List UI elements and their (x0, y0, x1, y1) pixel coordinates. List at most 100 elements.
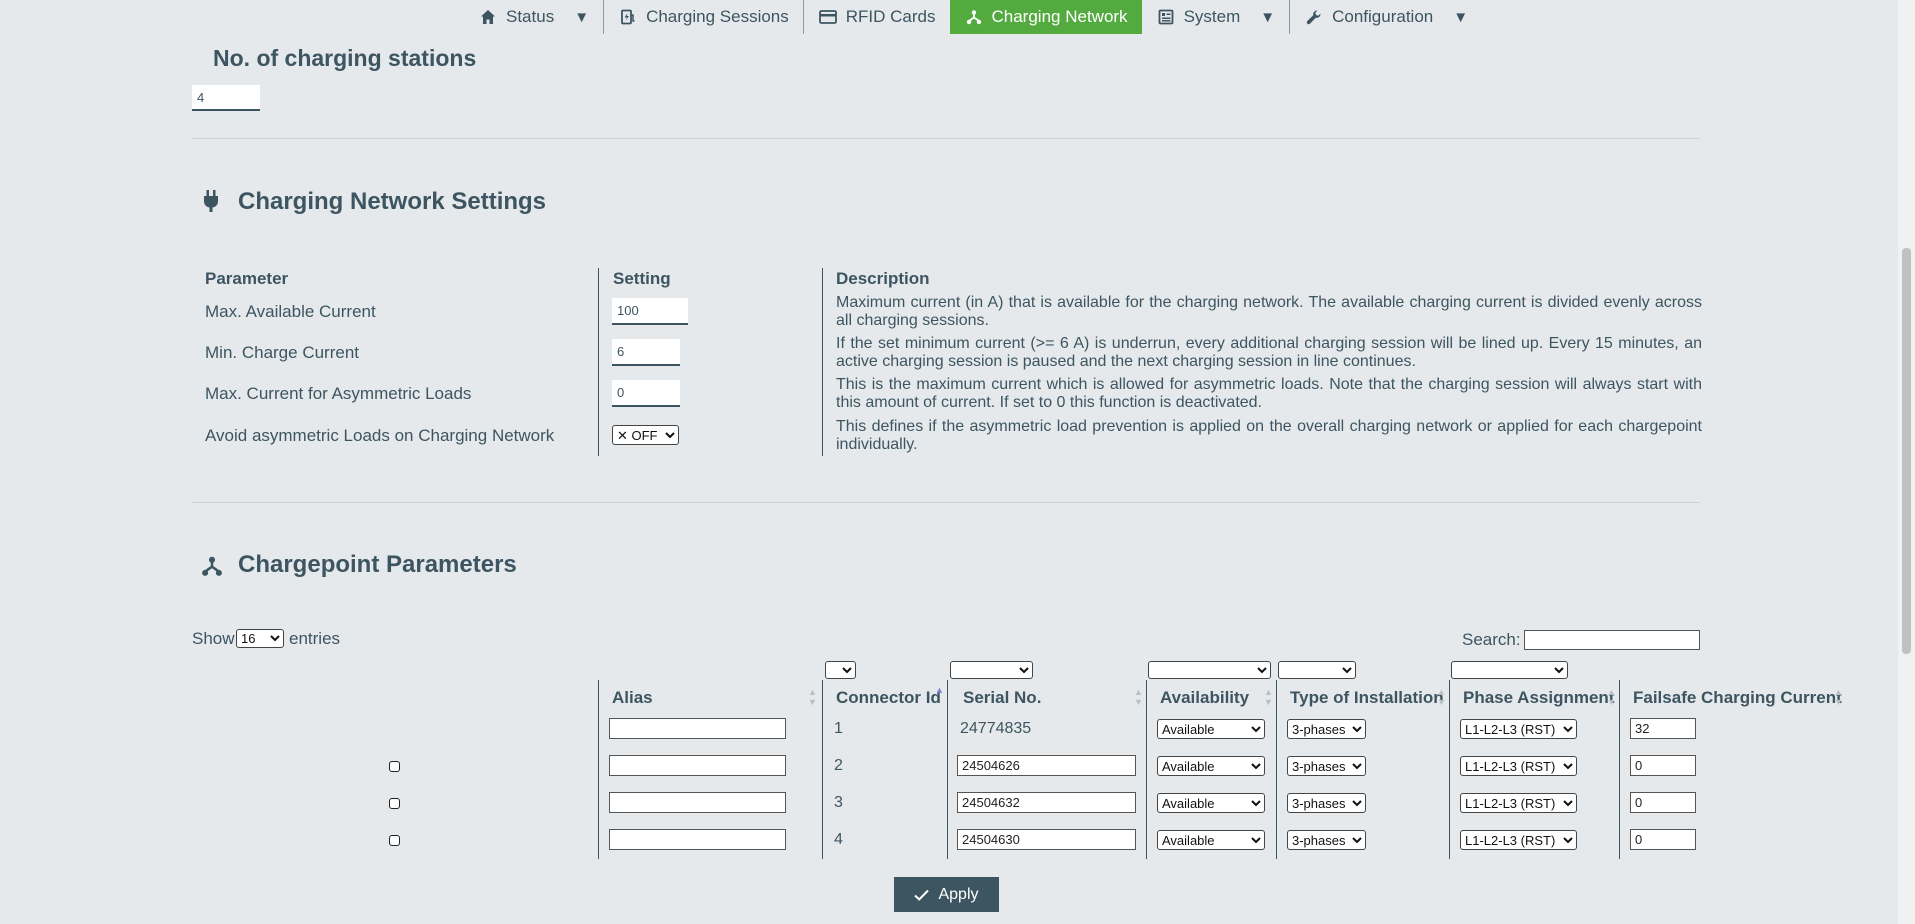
chargepoints-title: Chargepoint Parameters (238, 551, 517, 578)
row-checkbox[interactable] (389, 761, 400, 772)
failsafe-current-input[interactable] (1630, 792, 1696, 813)
column-divider (598, 680, 599, 859)
chevron-down-icon[interactable]: ▼ (574, 9, 589, 26)
home-icon (478, 7, 498, 27)
phase-select[interactable]: L1-L2-L3 (RST) (1460, 756, 1577, 776)
availability-select[interactable]: Available (1157, 793, 1265, 813)
checkmark-icon (914, 889, 930, 901)
failsafe-current-input[interactable] (1630, 755, 1696, 776)
header-description: Description (836, 269, 930, 288)
nav-system-label: System (1183, 7, 1241, 26)
alias-input[interactable] (609, 755, 786, 776)
alias-input[interactable] (609, 829, 786, 850)
system-icon (1156, 7, 1176, 27)
phase-select[interactable]: L1-L2-L3 (RST) (1460, 793, 1577, 813)
phase-filter-select[interactable] (1451, 661, 1568, 679)
column-divider (947, 680, 948, 859)
stations-count-input[interactable] (192, 85, 260, 111)
avoid-asymmetric-loads-select[interactable]: ✕ OFF (612, 425, 679, 445)
settings-title: Charging Network Settings (238, 188, 547, 215)
chevron-down-icon[interactable]: ▼ (1453, 9, 1468, 26)
scrollbar-thumb[interactable] (1902, 248, 1911, 654)
column-header-availability[interactable]: Availability (1160, 688, 1249, 708)
serial-filter-select[interactable] (950, 661, 1033, 679)
param-label: Min. Charge Current (205, 343, 360, 362)
vertical-scrollbar[interactable] (1898, 0, 1915, 924)
availability-select[interactable]: Available (1157, 756, 1265, 776)
search-input[interactable] (1524, 630, 1700, 650)
column-header-failsafe[interactable]: Failsafe Charging Current (1633, 688, 1842, 708)
sort-icon[interactable]: ▲ ▼ (808, 687, 817, 707)
serial-number-input[interactable] (957, 829, 1136, 850)
availability-filter-select[interactable] (1148, 661, 1271, 679)
nav-charging-sessions[interactable]: Charging Sessions (604, 0, 803, 34)
column-divider (1276, 680, 1277, 859)
column-header-installation[interactable]: Type of Installation (1290, 688, 1444, 708)
serial-number: 24774835 (960, 720, 1032, 737)
availability-select[interactable]: Available (1157, 830, 1265, 850)
column-header-serial-no[interactable]: Serial No. (963, 688, 1041, 708)
sort-icon[interactable]: ▲ ▼ (1437, 687, 1446, 707)
installation-select[interactable]: 3-phases (1287, 793, 1366, 813)
nav-charging-network-label: Charging Network (991, 7, 1128, 26)
installation-select[interactable]: 3-phases (1287, 719, 1366, 739)
connector-filter-select[interactable] (825, 661, 856, 679)
sort-ascending-icon[interactable]: ▲ (935, 685, 944, 695)
nav-charging-network[interactable]: Charging Network (949, 0, 1142, 34)
header-setting: Setting (613, 269, 671, 288)
nav-configuration[interactable]: Configuration ▼ (1290, 0, 1482, 34)
connector-id: 2 (834, 757, 843, 774)
divider (192, 138, 1700, 139)
alias-input[interactable] (609, 792, 786, 813)
failsafe-current-input[interactable] (1630, 829, 1696, 850)
param-description: Maximum current (in A) that is available… (836, 294, 1702, 329)
apply-button[interactable]: Apply (894, 877, 999, 912)
nav-rfid-cards[interactable]: RFID Cards (804, 0, 950, 34)
entries-select[interactable]: 16 (236, 629, 284, 648)
failsafe-current-input[interactable] (1630, 718, 1696, 739)
divider (192, 502, 1700, 503)
plug-icon (203, 190, 219, 217)
param-label: Avoid asymmetric Loads on Charging Netwo… (205, 426, 555, 445)
max-asymmetric-current-input[interactable] (612, 380, 680, 407)
column-header-connector-id[interactable]: Connector Id (836, 688, 941, 708)
sort-icon[interactable]: ▲ ▼ (1134, 687, 1143, 707)
column-divider (1449, 680, 1450, 859)
stations-title: No. of charging stations (213, 45, 477, 71)
row-checkbox[interactable] (389, 835, 400, 846)
param-description: If the set minimum current (>= 6 A) is u… (836, 335, 1702, 370)
network-icon (964, 7, 984, 27)
column-divider (1619, 680, 1620, 859)
param-label: Max. Available Current (205, 302, 376, 321)
apply-label: Apply (938, 885, 979, 903)
column-divider (822, 268, 823, 456)
param-label: Max. Current for Asymmetric Loads (205, 384, 472, 403)
sort-icon[interactable]: ▲ ▼ (1607, 687, 1616, 707)
max-available-current-input[interactable] (612, 298, 688, 325)
availability-select[interactable]: Available (1157, 719, 1265, 739)
serial-number-input[interactable] (957, 755, 1136, 776)
row-checkbox[interactable] (389, 798, 400, 809)
installation-select[interactable]: 3-phases (1287, 756, 1366, 776)
sort-icon[interactable]: ▲ ▼ (1834, 687, 1843, 707)
nav-status[interactable]: Status ▼ (464, 0, 603, 34)
charging-station-icon (618, 7, 638, 27)
column-divider (822, 680, 823, 859)
nav-configuration-label: Configuration (1332, 7, 1434, 26)
phase-select[interactable]: L1-L2-L3 (RST) (1460, 830, 1577, 850)
min-charge-current-input[interactable] (612, 339, 680, 366)
installation-filter-select[interactable] (1278, 661, 1356, 679)
nav-system[interactable]: System ▼ (1142, 0, 1290, 34)
installation-select[interactable]: 3-phases (1287, 830, 1366, 850)
param-description: This defines if the asymmetric load prev… (836, 418, 1702, 453)
sort-icon[interactable]: ▲ ▼ (1264, 687, 1273, 707)
column-divider (598, 268, 599, 456)
chevron-down-icon[interactable]: ▼ (1260, 9, 1275, 26)
show-label: Show (192, 629, 235, 648)
serial-number-input[interactable] (957, 792, 1136, 813)
search-label: Search: (1462, 630, 1521, 649)
column-header-phase[interactable]: Phase Assignment (1463, 688, 1614, 708)
alias-input[interactable] (609, 718, 786, 739)
column-header-alias[interactable]: Alias (612, 688, 653, 708)
phase-select[interactable]: L1-L2-L3 (RST) (1460, 719, 1577, 739)
